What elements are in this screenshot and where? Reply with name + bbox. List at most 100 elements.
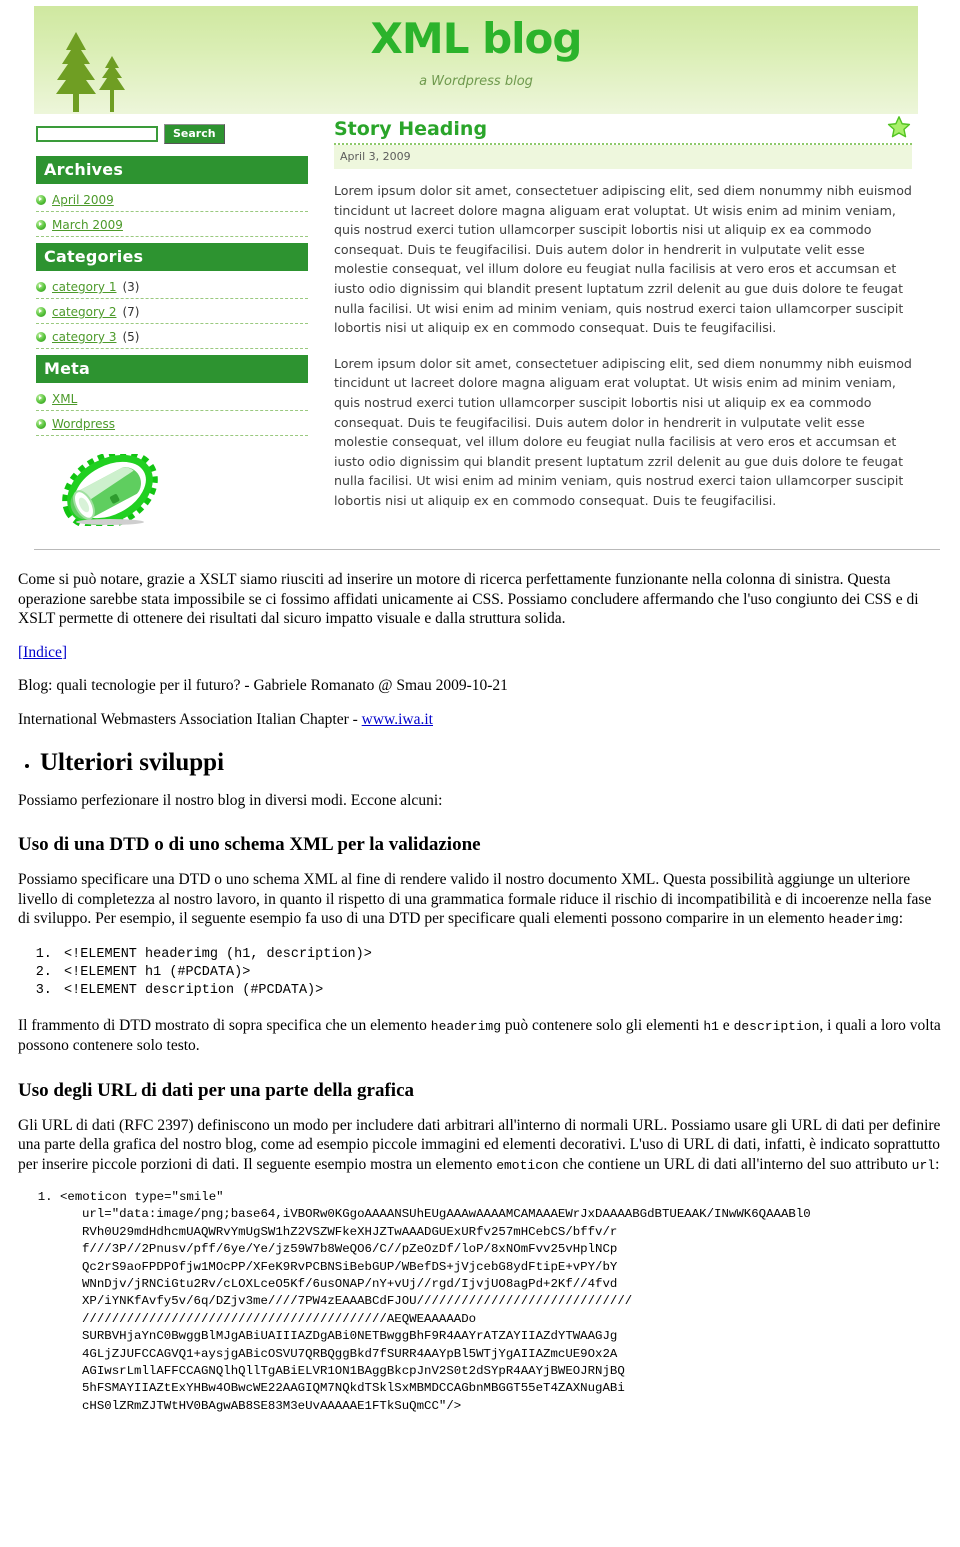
list-item[interactable]: March 2009 — [36, 216, 308, 237]
list-item[interactable]: category 2 (7) — [36, 303, 308, 324]
list-item: <!ELEMENT headerimg (h1, description)> — [60, 946, 942, 964]
association-line: International Webmasters Association Ita… — [18, 710, 942, 730]
post-paragraph: Lorem ipsum dolor sit amet, consectetuer… — [334, 183, 912, 336]
blog-screenshot-frame: XML blog a Wordpress blog Search Archive… — [34, 6, 918, 548]
code-line: <emoticon type="smile" — [60, 1190, 224, 1204]
arrow-bullet-icon — [36, 419, 46, 429]
subsection-2-heading: Uso degli URL di dati per una parte dell… — [18, 1079, 415, 1101]
code-line: ////////////////////////////////////////… — [82, 1311, 477, 1326]
list-item: Ulteriori sviluppi — [40, 749, 942, 777]
subsection-2-paragraph: Gli URL di dati (RFC 2397) definiscono u… — [18, 1116, 942, 1176]
inline-code-headerimg: headerimg — [430, 1018, 501, 1034]
post-paragraph: Lorem ipsum dolor sit amet, consectetuer… — [334, 355, 912, 508]
arrow-bullet-icon — [36, 220, 46, 230]
arrow-bullet-icon — [36, 195, 46, 205]
sidebar-link[interactable]: category 2 — [52, 305, 116, 319]
widget-heading-categories: Categories — [36, 243, 308, 271]
sidebar-link[interactable]: April 2009 — [52, 193, 114, 207]
iwa-website-link[interactable]: www.iwa.it — [362, 711, 433, 728]
blog-sidebar: Search Archives April 2009 March 2009 Ca… — [36, 124, 308, 531]
index-link-paragraph: [Indice] — [18, 643, 942, 663]
list-item: <!ELEMENT description (#PCDATA)> — [60, 982, 942, 1000]
list-item[interactable]: XML — [36, 390, 308, 411]
text-run: e — [718, 1016, 734, 1034]
sidebar-link[interactable]: Wordpress — [52, 417, 115, 431]
subsection-1-heading: Uso di una DTD o di uno schema XML per l… — [18, 834, 481, 855]
section-bullet-list: Ulteriori sviluppi — [18, 749, 942, 777]
list-item[interactable]: category 3 (5) — [36, 328, 308, 349]
widget-list-archives: April 2009 March 2009 — [36, 191, 308, 237]
list-item[interactable]: category 1 (3) — [36, 278, 308, 299]
code-line: XP/iYNKfAvfy5v/6q/DZjv3me////7PW4zEAAABC… — [82, 1294, 633, 1309]
star-icon[interactable] — [886, 114, 912, 140]
widget-heading-archives: Archives — [36, 156, 308, 184]
widget-list-meta: XML Wordpress — [36, 390, 308, 436]
blog-body: Search Archives April 2009 March 2009 Ca… — [34, 114, 918, 556]
code-line: <!ELEMENT headerimg (h1, description)> — [64, 946, 372, 962]
text-run: può contenere solo gli elementi — [501, 1016, 704, 1034]
blog-post: Story Heading April 3, 2009 Lorem ipsum … — [334, 116, 912, 527]
inline-code-url: url — [911, 1157, 936, 1173]
search-button[interactable]: Search — [164, 124, 225, 144]
section-intro: Possiamo perfezionare il nostro blog in … — [18, 791, 443, 809]
item-count: (5) — [122, 330, 140, 344]
code-line: 4GLjZJUFCCAGVQ1+aysjgABicOSVU7QRBQggBkd7… — [82, 1346, 618, 1361]
intro-paragraph: Come si può notare, grazie a XSLT siamo … — [18, 571, 919, 627]
blog-header: XML blog a Wordpress blog — [34, 6, 918, 114]
code-line: WNnDjv/jRNCiGtu2Rv/cLOXLceO5Kf/6usONAP/n… — [82, 1277, 618, 1292]
sidebar-link[interactable]: March 2009 — [52, 218, 123, 232]
list-item[interactable]: April 2009 — [36, 191, 308, 212]
association-prefix: International Webmasters Association Ita… — [18, 710, 362, 728]
inline-code-emoticon: emoticon — [496, 1157, 559, 1173]
text-run: Possiamo specificare una DTD o uno schem… — [18, 871, 932, 927]
code-line: RVh0U29mdHdhcmUAQWRvYmUgSW1hZ2VSZWFkeXHJ… — [82, 1224, 618, 1239]
list-item: <!ELEMENT h1 (#PCDATA)> — [60, 964, 942, 982]
subsection-1-paragraph-after: Il frammento di DTD mostrato di sopra sp… — [18, 1016, 942, 1056]
widget-heading-meta: Meta — [36, 355, 308, 383]
code-line: 5hFSMAYIIAZtExYHBw4OBwcWE22AAGIQM7NQkdTS… — [82, 1381, 625, 1396]
code-line: cHS0lZRmZJTWtHV0BAgwAB8SE83M3eUvAAAAAE1F… — [82, 1398, 462, 1413]
code-line: AGIwsrLmllAFFCCAGNQlhQllTgABiELVR1ON1BAg… — [82, 1364, 625, 1379]
code-line: Qc2rS9aoFPDPOfjw1MOcPP/XFeK9RvPCBNSiBebG… — [82, 1259, 618, 1274]
dtd-code-list: <!ELEMENT headerimg (h1, description)> <… — [18, 946, 942, 1000]
post-header: Story Heading — [334, 116, 912, 145]
arrow-bullet-icon — [36, 394, 46, 404]
sidebar-link[interactable]: category 1 — [52, 280, 116, 294]
code-line: f///3P//2Pnusv/pff/6ye/Ye/jz59W7b8WeQO6/… — [82, 1242, 618, 1257]
text-run: : — [935, 1155, 940, 1173]
blog-tagline: a Wordpress blog — [419, 74, 533, 89]
inline-code-h1: h1 — [703, 1018, 719, 1034]
arrow-bullet-icon — [36, 282, 46, 292]
screenshot-bottom-rule — [34, 549, 940, 550]
wordpress-gear-logo-icon — [62, 449, 158, 531]
section-title: Ulteriori sviluppi — [40, 749, 225, 776]
byline: Blog: quali tecnologie per il futuro? - … — [18, 677, 508, 694]
text-run: : — [898, 910, 904, 927]
subsection-1-paragraph-before: Possiamo specificare una DTD o uno schem… — [18, 870, 942, 930]
text-run: Il frammento di DTD mostrato di sopra sp… — [18, 1016, 431, 1034]
item-count: (7) — [122, 305, 140, 319]
document-body: Come si può notare, grazie a XSLT siamo … — [0, 570, 960, 1445]
widget-list-categories: category 1 (3) category 2 (7) category 3… — [36, 278, 308, 349]
text-run: che contiene un URL di dati all'interno … — [558, 1155, 912, 1173]
item-count: (3) — [122, 280, 140, 294]
data-url-code-list: <emoticon type="smile" url="data:image/p… — [18, 1189, 942, 1415]
code-line: <!ELEMENT description (#PCDATA)> — [64, 982, 324, 998]
sidebar-link[interactable]: category 3 — [52, 330, 116, 344]
arrow-bullet-icon — [36, 332, 46, 342]
code-line: <!ELEMENT h1 (#PCDATA)> — [64, 964, 251, 980]
list-item: <emoticon type="smile" url="data:image/p… — [60, 1189, 942, 1415]
search-input[interactable] — [36, 126, 158, 142]
code-line: url="data:image/png;base64,iVBORw0KGgoAA… — [82, 1207, 811, 1222]
blog-screenshot: XML blog a Wordpress blog Search Archive… — [0, 0, 960, 556]
inline-code-description: description — [733, 1018, 820, 1034]
list-item[interactable]: Wordpress — [36, 415, 308, 436]
sidebar-link[interactable]: XML — [52, 392, 77, 406]
blog-title: XML blog — [370, 14, 583, 63]
post-title: Story Heading — [334, 118, 488, 140]
arrow-bullet-icon — [36, 307, 46, 317]
index-link[interactable]: [Indice] — [18, 644, 67, 661]
search-form: Search — [36, 124, 308, 144]
code-line: SURBVHjaYnC0BwggBlMJgABiUAIIIAZDgABi0NET… — [82, 1329, 618, 1344]
inline-code-headerimg: headerimg — [828, 912, 899, 927]
